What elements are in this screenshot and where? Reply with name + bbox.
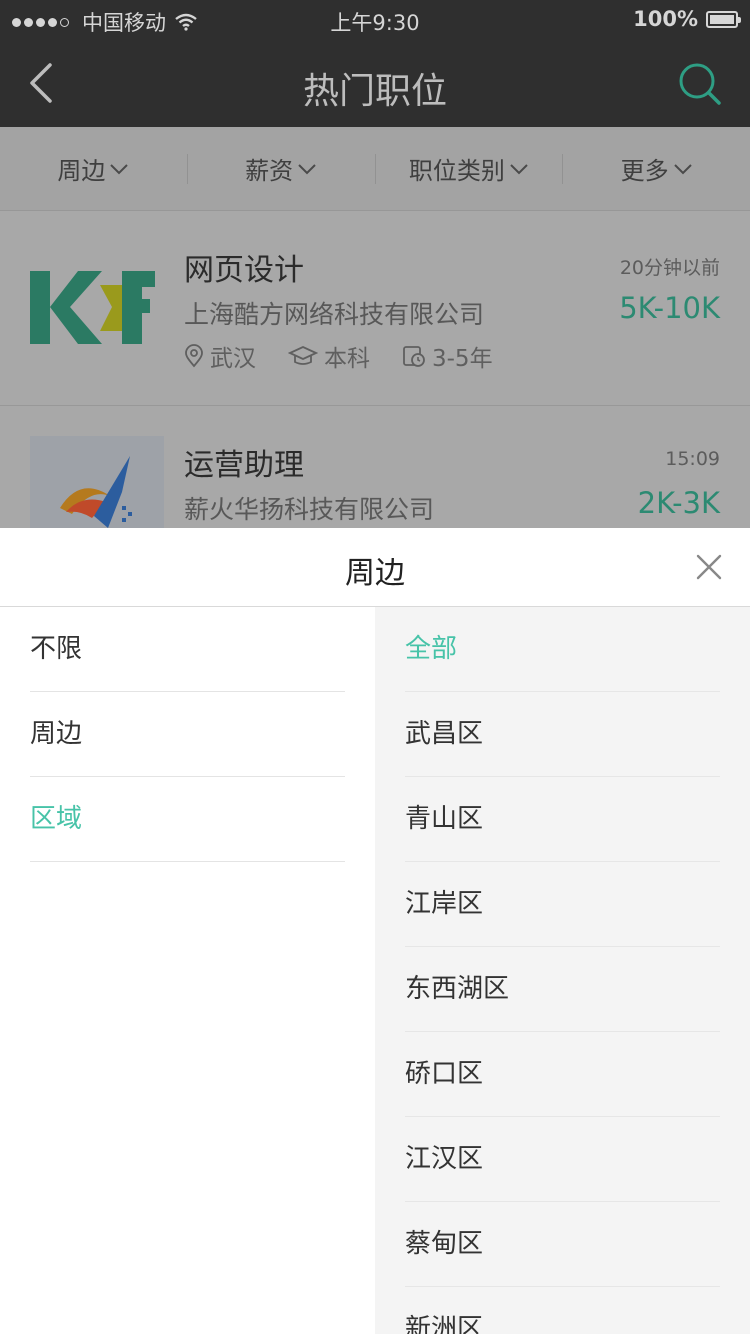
district-item[interactable]: 全部 [405, 607, 720, 692]
chevron-down-icon [110, 163, 129, 174]
chevron-down-icon [510, 163, 528, 174]
page-title: 热门职位 [302, 71, 447, 112]
filter-label: 更多 [620, 157, 669, 185]
nav-bar: 热门职位 [0, 40, 750, 127]
job-education: 本科 [324, 346, 370, 372]
filter-category[interactable]: 职位类别 [376, 153, 564, 185]
status-bar: 中国移动 上午9:30 100% [0, 0, 750, 40]
filter-sheet: 周边 不限 周边 区域 全部 武昌区 青山区 江岸区 东西湖区 硚口区 江汉区 … [0, 528, 750, 1334]
job-title: 网页设计 [184, 253, 304, 288]
job-location: 武汉 [210, 346, 256, 372]
district-list: 全部 武昌区 青山区 江岸区 东西湖区 硚口区 江汉区 蔡甸区 新洲区 [375, 607, 750, 1334]
job-title: 运营助理 [184, 448, 304, 483]
battery-icon [706, 10, 741, 28]
meta-location: 武汉 [184, 339, 256, 373]
job-post-time: 15:09 [665, 448, 720, 470]
meta-education: 本科 [288, 339, 370, 373]
sheet-title: 周边 [345, 556, 405, 591]
district-item[interactable]: 青山区 [405, 777, 720, 862]
close-icon[interactable] [694, 552, 724, 582]
status-right: 100% [633, 7, 741, 31]
job-card[interactable]: 运营助理 薪火华扬科技有限公司 15:09 2K-3K [0, 406, 750, 528]
company-name: 薪火华扬科技有限公司 [184, 495, 435, 524]
meta-experience: 3-5年 [402, 339, 493, 373]
option-district[interactable]: 区域 [30, 777, 345, 862]
district-item[interactable]: 武昌区 [405, 692, 720, 777]
district-item[interactable]: 东西湖区 [405, 947, 720, 1032]
job-list: 网页设计 上海酷方网络科技有限公司 武汉 本科 3-5年 20分钟以前 5K-1… [0, 211, 750, 528]
location-icon [185, 344, 203, 368]
job-salary: 5K-10K [619, 291, 720, 325]
job-experience: 3-5年 [432, 346, 493, 372]
job-meta: 武汉 本科 3-5年 [184, 339, 525, 373]
chevron-down-icon [298, 163, 316, 174]
district-item[interactable]: 硚口区 [405, 1032, 720, 1117]
district-item[interactable]: 江岸区 [405, 862, 720, 947]
job-card[interactable]: 网页设计 上海酷方网络科技有限公司 武汉 本科 3-5年 20分钟以前 5K-1… [0, 211, 750, 406]
filter-salary[interactable]: 薪资 [188, 153, 376, 185]
job-post-time: 20分钟以前 [619, 257, 720, 279]
company-logo [30, 436, 164, 528]
filter-label: 薪资 [245, 157, 294, 185]
calendar-clock-icon [403, 346, 425, 367]
filter-label: 职位类别 [408, 157, 505, 185]
option-unlimited[interactable]: 不限 [30, 607, 345, 692]
sheet-header: 周边 [0, 528, 750, 607]
district-item[interactable]: 蔡甸区 [405, 1202, 720, 1287]
area-type-list: 不限 周边 区域 [0, 607, 375, 1334]
filter-nearby[interactable]: 周边 [0, 153, 188, 185]
option-nearby[interactable]: 周边 [30, 692, 345, 777]
company-logo [30, 271, 155, 344]
chevron-down-icon [673, 163, 692, 174]
filter-bar: 周边 薪资 职位类别 更多 [0, 127, 750, 211]
district-item[interactable]: 江汉区 [405, 1117, 720, 1202]
filter-more[interactable]: 更多 [563, 154, 750, 185]
graduation-cap-icon [288, 346, 318, 365]
district-item[interactable]: 新洲区 [405, 1287, 720, 1334]
filter-label: 周边 [57, 157, 106, 185]
battery-label: 100% [633, 7, 698, 31]
company-name: 上海酷方网络科技有限公司 [184, 300, 485, 329]
job-salary: 2K-3K [637, 486, 720, 520]
search-icon[interactable] [678, 62, 722, 106]
